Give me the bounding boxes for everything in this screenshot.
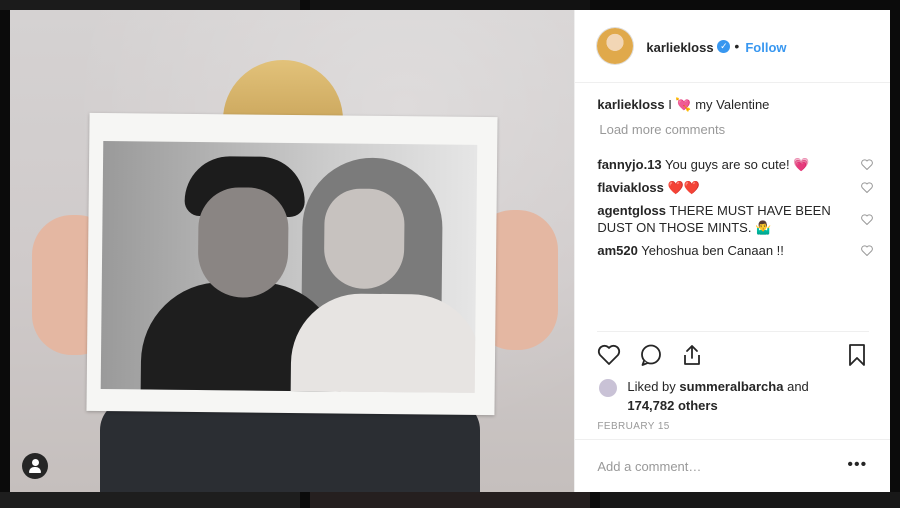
caption-text: I 💘 my Valentine bbox=[668, 97, 770, 112]
comment-username[interactable]: agentgloss bbox=[597, 203, 666, 218]
print-woman-face bbox=[323, 188, 405, 290]
comment-item: am520 Yehoshua ben Canaan !! bbox=[597, 242, 874, 259]
add-comment-input[interactable]: Add a comment… bbox=[597, 459, 701, 474]
bookmark-icon[interactable] bbox=[845, 343, 869, 367]
likes-prefix: Liked by bbox=[627, 379, 676, 394]
print-woman-body bbox=[290, 292, 478, 393]
comment-icon[interactable] bbox=[639, 343, 663, 367]
post-side-panel: karliekloss ✓ • Follow karliekloss I 💘 m… bbox=[574, 10, 891, 493]
user-icon-head bbox=[31, 459, 39, 466]
comment-item: fannyjo.13 You guys are so cute! 💗 bbox=[597, 156, 874, 173]
caption: karliekloss I 💘 my Valentine bbox=[597, 96, 869, 113]
tagged-users-icon[interactable] bbox=[22, 453, 48, 479]
comment-text: ❤️❤️ bbox=[667, 180, 700, 195]
comment-like-heart-icon[interactable] bbox=[861, 244, 874, 257]
comment-username[interactable]: fannyjo.13 bbox=[597, 157, 661, 172]
separator-dot: • bbox=[734, 38, 740, 54]
more-options-icon[interactable]: ••• bbox=[847, 456, 867, 474]
comment-text: You guys are so cute! 💗 bbox=[665, 157, 810, 172]
follow-button[interactable]: Follow bbox=[745, 40, 786, 55]
print-man-face bbox=[197, 187, 289, 298]
comment-username[interactable]: am520 bbox=[597, 243, 637, 258]
post-actions-bar bbox=[597, 331, 870, 372]
comment-item: agentgloss THERE MUST HAVE BEEN DUST ON … bbox=[597, 202, 837, 236]
comment-like-heart-icon[interactable] bbox=[861, 181, 874, 194]
verified-badge-icon: ✓ bbox=[717, 40, 731, 53]
comment-item: flaviakloss ❤️❤️ bbox=[597, 179, 874, 196]
photo-print bbox=[86, 112, 498, 416]
comment-text: Yehoshua ben Canaan !! bbox=[641, 243, 784, 258]
liker-username[interactable]: summeralbarcha bbox=[679, 379, 783, 394]
post-photo bbox=[10, 10, 575, 492]
comment-username[interactable]: flaviakloss bbox=[597, 180, 664, 195]
add-comment-bar: Add a comment… ••• bbox=[575, 439, 891, 493]
comment-like-heart-icon[interactable] bbox=[861, 158, 874, 171]
post-date[interactable]: FEBRUARY 15 bbox=[597, 421, 669, 432]
likes-and: and bbox=[787, 379, 809, 394]
comment-like-heart-icon[interactable] bbox=[861, 213, 874, 226]
load-more-comments-link[interactable]: Load more comments bbox=[599, 122, 725, 137]
header-username[interactable]: karliekloss bbox=[646, 40, 713, 55]
user-icon-body bbox=[29, 467, 41, 473]
post-modal: karliekloss ✓ • Follow karliekloss I 💘 m… bbox=[10, 10, 891, 493]
avatar[interactable] bbox=[597, 28, 634, 64]
liker-avatar bbox=[599, 379, 618, 397]
photo-print-image bbox=[100, 141, 478, 393]
likes-count-link[interactable]: 174,782 others bbox=[627, 398, 717, 413]
share-icon[interactable] bbox=[680, 343, 704, 367]
likes-text: Liked by summeralbarcha and 174,782 othe… bbox=[627, 377, 808, 415]
caption-username[interactable]: karliekloss bbox=[597, 97, 664, 112]
heart-icon[interactable] bbox=[597, 343, 621, 367]
post-header: karliekloss ✓ • Follow bbox=[575, 10, 891, 83]
